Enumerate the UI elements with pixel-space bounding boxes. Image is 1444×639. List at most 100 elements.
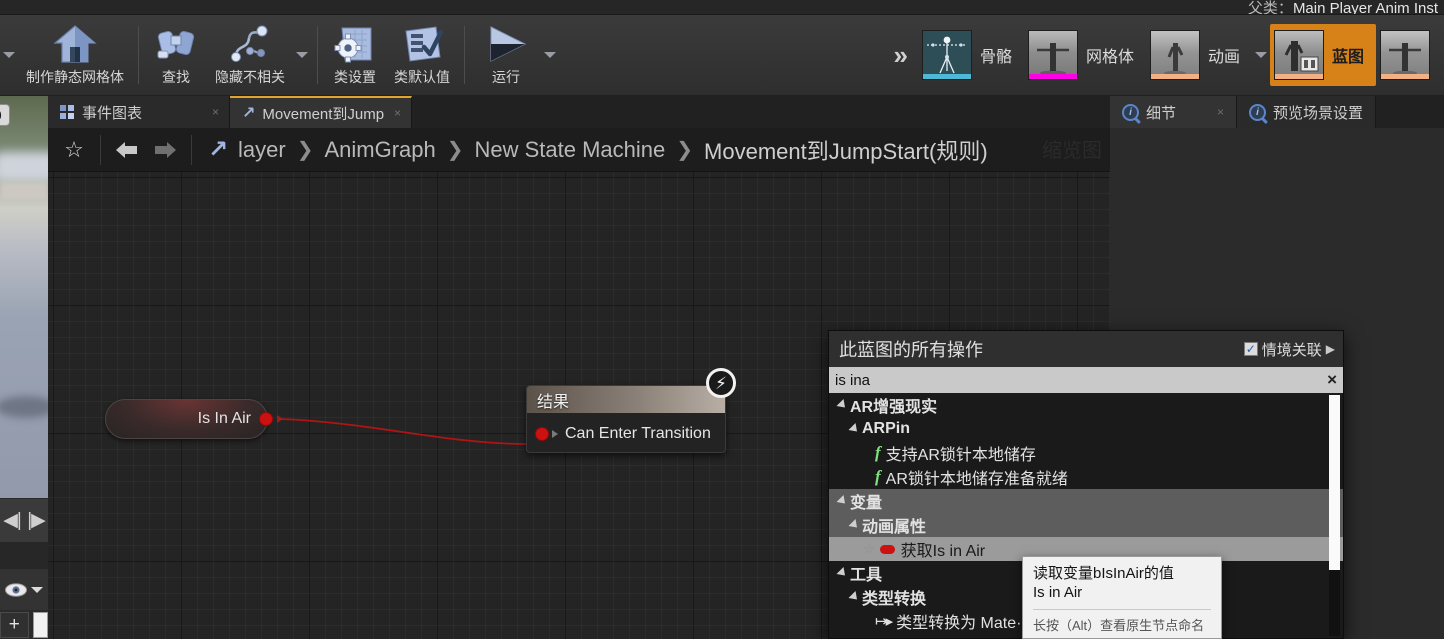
breadcrumb-item-2[interactable]: New State Machine	[475, 137, 666, 163]
close-icon[interactable]: ×	[212, 105, 219, 119]
menu-header: 此蓝图的所有操作 ✓ 情境关联 ▶	[829, 331, 1343, 367]
menu-category-row[interactable]: 变量	[829, 489, 1343, 513]
chevron-down-icon	[544, 52, 556, 58]
hide-unrelated-button[interactable]: 隐藏不相关	[207, 18, 293, 92]
hide-unrelated-label: 隐藏不相关	[215, 68, 285, 85]
back-button[interactable]	[109, 133, 145, 167]
close-icon[interactable]: ×	[1217, 105, 1224, 119]
forward-button[interactable]	[147, 133, 183, 167]
menu-action-row[interactable]: f AR锁针本地储存准备就绪	[829, 465, 1343, 489]
output-pin[interactable]	[259, 412, 273, 426]
mode-strip	[1028, 74, 1077, 79]
tab-preview-scene-settings[interactable]: i 预览场景设置	[1237, 96, 1377, 128]
expander-triangle-icon[interactable]	[836, 494, 849, 508]
scrub-value-badge: .0	[0, 104, 10, 126]
step-backward-icon[interactable]: ◀|	[3, 509, 22, 532]
expander-triangle-icon[interactable]	[848, 422, 861, 436]
eye-icon[interactable]	[4, 582, 28, 598]
chevron-down-icon	[1254, 52, 1267, 58]
hide-unrelated-caret[interactable]	[293, 18, 311, 92]
node-result-pin-label: Can Enter Transition	[565, 424, 711, 442]
play-caret[interactable]	[541, 18, 559, 92]
chevron-down-icon	[3, 52, 15, 58]
pin-arrow-icon	[552, 429, 558, 438]
transition-icon: ↗	[242, 105, 256, 122]
mode-button-blueprint[interactable]: 蓝图	[1269, 24, 1376, 86]
graph-tab-bar: 事件图表 × ↗ Movement到Jump ×	[48, 96, 1110, 128]
toolbar-overflow-caret[interactable]	[0, 18, 18, 92]
blueprint-thumbnail	[1273, 30, 1324, 80]
expander-triangle-icon[interactable]	[848, 518, 861, 532]
parent-class-label: 父类：	[1247, 0, 1293, 14]
input-pin[interactable]	[535, 426, 549, 441]
divider	[100, 134, 101, 165]
tab-event-graph[interactable]: 事件图表 ×	[48, 96, 230, 128]
tab-details[interactable]: i 细节 ×	[1110, 96, 1238, 128]
favorite-button[interactable]: ☆	[56, 133, 92, 167]
checkbox-icon: ✓	[1243, 342, 1258, 356]
expander-triangle-icon[interactable]	[836, 398, 849, 412]
breadcrumb-separator: ❯	[676, 139, 694, 161]
mode-button-extra[interactable]	[1376, 24, 1444, 86]
menu-row-label: 类型转换	[862, 591, 927, 608]
breadcrumb-item-3[interactable]: Movement到JumpStart(规则)	[704, 134, 988, 166]
mode-strip	[1274, 74, 1323, 79]
node-result-title: 结果	[537, 393, 570, 411]
expander-triangle-icon[interactable]	[848, 590, 861, 604]
details-tab-bar: i 细节 × i 预览场景设置	[1110, 96, 1444, 128]
find-button[interactable]: 查找	[145, 18, 207, 92]
add-bar: +	[0, 610, 48, 639]
chevron-down-icon[interactable]	[31, 586, 43, 593]
play-button[interactable]: 运行	[471, 18, 541, 92]
mode-label-skeleton: 骨骼	[979, 49, 1012, 66]
menu-action-row[interactable]: f 支持AR锁针本地储存	[829, 441, 1343, 465]
expander-triangle-icon[interactable]	[836, 566, 849, 580]
gear-document-icon	[333, 22, 377, 66]
house-icon	[52, 22, 98, 66]
event-graph-icon	[60, 104, 75, 120]
details-icon: i	[1122, 103, 1139, 121]
add-button[interactable]: +	[0, 611, 29, 638]
class-defaults-button[interactable]: 类默认值	[386, 18, 458, 92]
tab-movement-to-jump[interactable]: ↗ Movement到Jump ×	[230, 96, 412, 128]
clear-icon[interactable]: ×	[1321, 370, 1337, 390]
class-settings-button[interactable]: 类设置	[324, 18, 386, 92]
menu-row-label: 工具	[850, 567, 883, 584]
mode-label-blueprint: 蓝图	[1331, 49, 1364, 66]
parent-class-text: 父类：Main Player Anim Inst	[1248, 0, 1438, 14]
node-result-body: Can Enter Transition	[527, 413, 725, 452]
step-forward-icon[interactable]: |▶	[27, 509, 46, 532]
breadcrumb-item-1[interactable]: AnimGraph	[324, 137, 435, 163]
tooltip-line-1: 读取变量bIsInAir的值	[1033, 565, 1174, 582]
mode-button-mesh[interactable]: 网格体	[1024, 24, 1146, 86]
close-icon[interactable]: ×	[394, 106, 401, 120]
mode-button-skeleton[interactable]: 骨骼	[918, 24, 1024, 86]
menu-category-row[interactable]: ARPin	[829, 417, 1343, 441]
title-bar: 父类：Main Player Anim Inst	[0, 0, 1444, 14]
scrollbar-thumb[interactable]	[1329, 395, 1340, 570]
star-icon[interactable]: ☆	[863, 541, 875, 557]
double-chevron-right-icon[interactable]: »	[883, 42, 917, 68]
search-input[interactable]	[835, 371, 1322, 389]
menu-category-row[interactable]: AR增强现实	[829, 393, 1343, 417]
animation-mode-caret[interactable]	[1252, 18, 1270, 92]
pin-arrow-icon	[277, 415, 283, 423]
make-static-mesh-button[interactable]: 制作静态网格体	[18, 18, 132, 92]
menu-row-label: 变量	[850, 495, 883, 512]
playback-controls: ◀| |▶	[0, 498, 48, 542]
function-icon: f	[875, 467, 881, 486]
mode-label-animation: 动画	[1207, 49, 1240, 66]
thumbnail-watermark: 缩览图	[1042, 140, 1102, 162]
mode-button-animation[interactable]: 动画	[1146, 24, 1252, 86]
arrow-right-icon	[155, 141, 176, 158]
parent-class-value[interactable]: Main Player Anim Inst	[1292, 0, 1438, 14]
toolbar-divider	[138, 26, 139, 84]
viewport-road	[0, 182, 48, 200]
node-result[interactable]: 结果 Can Enter Transition	[526, 385, 726, 453]
chevron-right-icon[interactable]: ▶	[1326, 342, 1335, 356]
context-sensitive-toggle[interactable]: ✓ 情境关联	[1243, 339, 1322, 360]
viewport-preview[interactable]	[0, 96, 48, 498]
breadcrumb-item-0[interactable]: layer	[238, 137, 286, 163]
node-is-in-air[interactable]: Is In Air	[105, 399, 283, 439]
menu-category-row[interactable]: 动画属性	[829, 513, 1343, 537]
